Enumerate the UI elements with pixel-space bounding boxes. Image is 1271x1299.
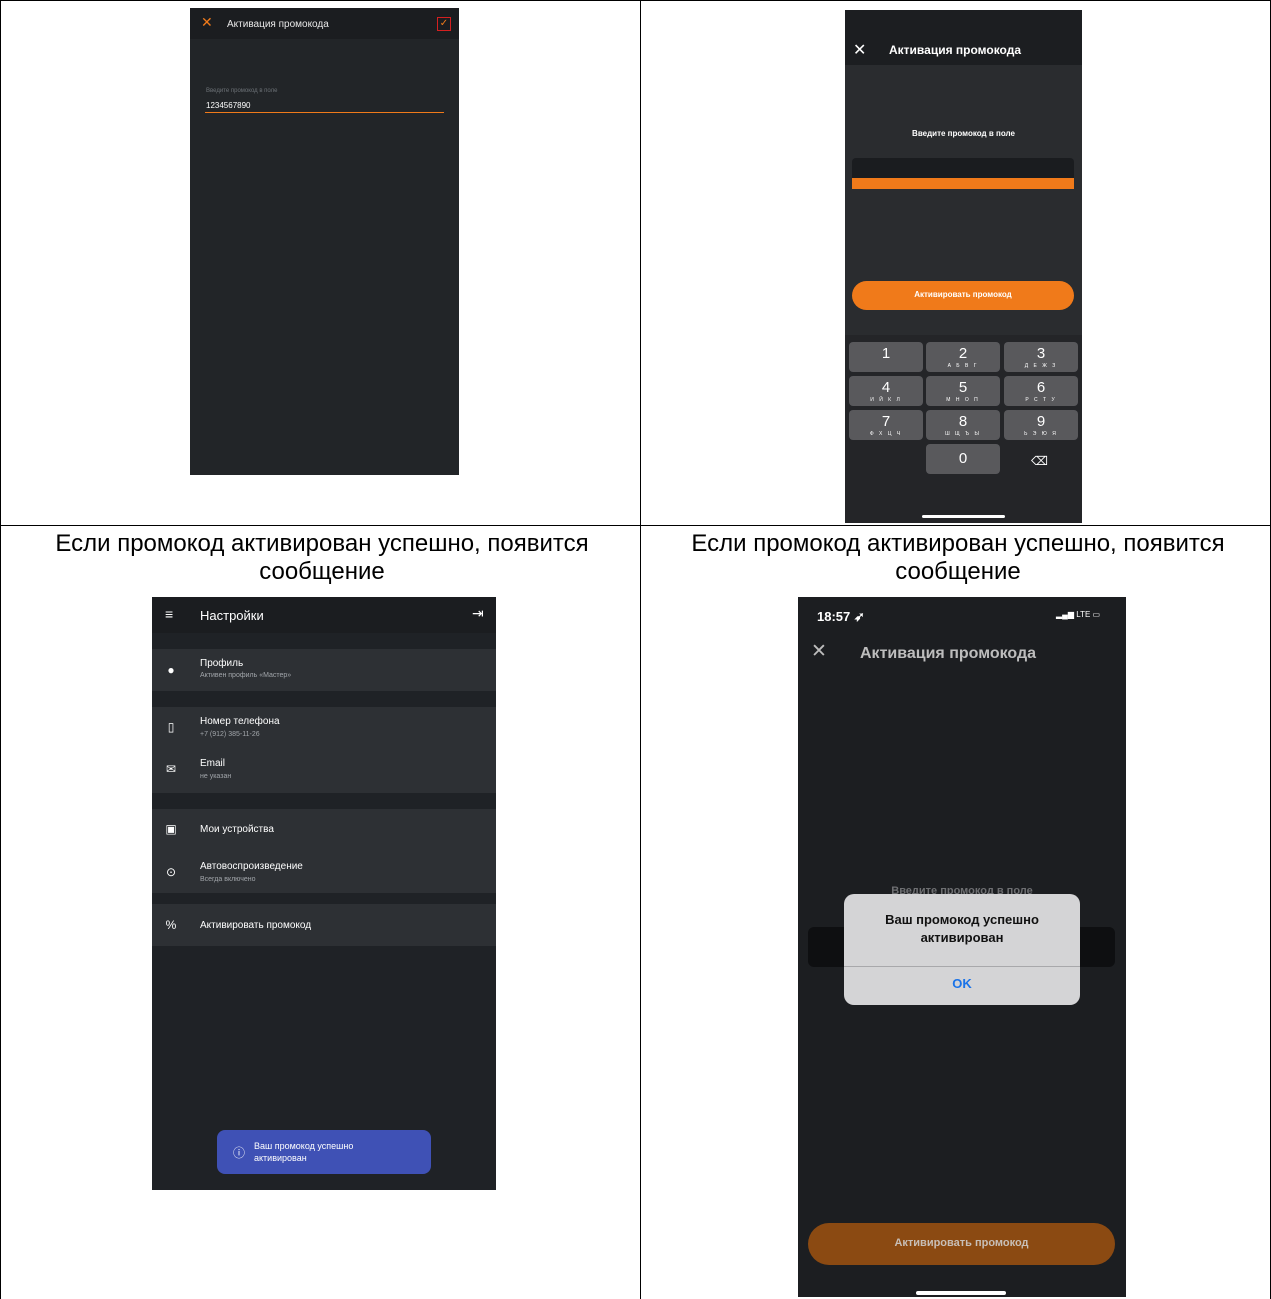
ios-alert-screen: 18:57 ➶ ▂▄▆ LTE ▭ ✕ Активация промокода … [798, 597, 1126, 1297]
phone-icon: ▯ [167, 720, 175, 734]
signal-icon: ▂▄▆ [1056, 610, 1074, 619]
key-3[interactable]: 3Д Е Ж З [1004, 342, 1078, 372]
activate-promo-button[interactable]: Активировать промокод [852, 281, 1074, 310]
text-cursor [852, 178, 1074, 189]
table-border-left [0, 0, 1, 1299]
table-divider-vertical [640, 0, 641, 1299]
activate-promo-button[interactable]: Активировать промокод [808, 1223, 1115, 1265]
key-digit: 6 [1036, 379, 1046, 396]
screen-title: Активация промокода [227, 19, 329, 30]
battery-icon: ▭ [1092, 610, 1101, 619]
table-border-top [0, 0, 1271, 1]
key-0[interactable]: 0 [926, 444, 1000, 474]
success-alert-dialog: Ваш промокод успешно активирован OK [844, 894, 1080, 1005]
key-digit: 0 [958, 450, 968, 467]
status-bar-indicators: ▂▄▆ LTE ▭ [1056, 610, 1100, 619]
settings-group-contacts: ▯ Номер телефона +7 (912) 385-11-26 ✉ Em… [152, 707, 496, 793]
android-settings-screen: ≡ Настройки ⇥ ● Профиль Активен профиль … [152, 597, 496, 1190]
key-1[interactable]: 1 [849, 342, 923, 372]
promo-input[interactable]: 1234567890 [206, 101, 251, 110]
key-letters: М Н О П [946, 397, 980, 403]
settings-item-subtitle: Всегда включено [200, 876, 256, 883]
settings-item-label: Активировать промокод [200, 920, 312, 931]
status-time: 18:57 ➶ [817, 609, 865, 624]
settings-item-label[interactable]: Мои устройства [200, 824, 274, 835]
caption-right: Если промокод активирован успешно, появи… [691, 530, 1225, 585]
key-letters: Р С Т У [1025, 397, 1057, 403]
key-digit: 1 [881, 345, 891, 362]
info-icon: ⓘ [233, 1146, 246, 1160]
settings-item-label: Профиль [200, 658, 244, 669]
key-9[interactable]: 9Ь Э Ю Я [1004, 410, 1078, 440]
promo-input[interactable]: 9157539198 [852, 158, 1074, 189]
key-7[interactable]: 7Ф Х Ц Ч [849, 410, 923, 440]
close-icon[interactable]: ✕ [201, 14, 213, 31]
close-icon[interactable]: ✕ [853, 40, 866, 60]
key-letters: И Й К Л [870, 397, 902, 403]
ios-promo-screen: ✕ Активация промокода Введите промокод в… [845, 10, 1082, 523]
account-icon: ● [167, 663, 175, 677]
settings-item-subtitle: Активен профиль «Мастер» [200, 672, 292, 679]
key-digit: 5 [958, 379, 968, 396]
check-icon[interactable]: ✓ [437, 17, 451, 31]
network-type: LTE [1076, 610, 1091, 619]
settings-item-profile[interactable]: ● Профиль Активен профиль «Мастер» [152, 649, 496, 691]
settings-item-label[interactable]: Автовоспроизведение [200, 861, 303, 872]
settings-item-subtitle: не указан [200, 773, 232, 780]
table-divider-horizontal [0, 525, 1271, 526]
mail-icon: ✉ [165, 762, 177, 776]
autoplay-icon: ⊙ [165, 865, 177, 879]
key-digit: 3 [1036, 345, 1046, 362]
discount-icon: % [165, 918, 177, 932]
settings-group-playback: ▣ Мои устройства ⊙ Автовоспроизведение В… [152, 809, 496, 893]
activate-promo-button-label: Активировать промокод [914, 290, 1012, 299]
alert-ok-button[interactable]: OK [844, 976, 1080, 991]
key-6[interactable]: 6Р С Т У [1004, 376, 1078, 406]
caption-left: Если промокод активирован успешно, появи… [55, 530, 589, 585]
devices-icon: ▣ [165, 822, 177, 836]
key-digit: 8 [958, 413, 968, 430]
promo-field-label: Введите промокод в поле [206, 88, 278, 94]
key-letters: Ш Щ Ъ Ы [945, 431, 981, 437]
screen-title: Настройки [200, 608, 264, 623]
screen-title: Активация промокода [889, 43, 1022, 57]
key-letters: Ь Э Ю Я [1024, 431, 1058, 437]
menu-icon[interactable]: ≡ [165, 606, 173, 622]
key-digit: 2 [958, 345, 968, 362]
alert-divider [844, 966, 1080, 967]
settings-item-subtitle: +7 (912) 385-11-26 [200, 731, 260, 738]
key-8[interactable]: 8Ш Щ Ъ Ы [926, 410, 1000, 440]
input-underline [205, 112, 444, 113]
success-toast: ⓘ Ваш промокод успешно активирован [217, 1130, 431, 1174]
key-digit: 9 [1036, 413, 1046, 430]
document-table: Если промокод активирован успешно, появи… [0, 0, 1271, 1299]
android-promo-screen: ✕ Активация промокода ✓ Введите промокод… [190, 8, 459, 475]
key-letters: Ф Х Ц Ч [869, 431, 903, 437]
key-4[interactable]: 4И Й К Л [849, 376, 923, 406]
settings-item-activate-promo[interactable]: % Активировать промокод [152, 904, 496, 946]
activate-promo-button-label: Активировать промокод [894, 1237, 1029, 1249]
promo-field-label: Введите промокод в поле [912, 129, 1015, 138]
settings-item-label[interactable]: Номер телефона [200, 716, 280, 727]
home-indicator [922, 515, 1005, 518]
key-digit: 7 [881, 413, 891, 430]
key-digit: 4 [881, 379, 891, 396]
alert-message: Ваш промокод успешно активирован [885, 912, 1039, 945]
screen-title: Активация промокода [860, 645, 1037, 662]
key-letters: Д Е Ж З [1024, 363, 1058, 369]
status-time-value: 18:57 [817, 609, 851, 624]
key-5[interactable]: 5М Н О П [926, 376, 1000, 406]
key-2[interactable]: 2А Б В Г [926, 342, 1000, 372]
logout-icon[interactable]: ⇥ [472, 605, 484, 622]
toast-message: Ваш промокод успешно активирован [254, 1141, 354, 1163]
key-letters: А Б В Г [947, 363, 979, 369]
close-icon[interactable]: ✕ [811, 640, 827, 663]
home-indicator [916, 1291, 1006, 1295]
backspace-icon[interactable]: ⌫ [1031, 454, 1048, 468]
settings-item-label[interactable]: Email [200, 758, 225, 769]
